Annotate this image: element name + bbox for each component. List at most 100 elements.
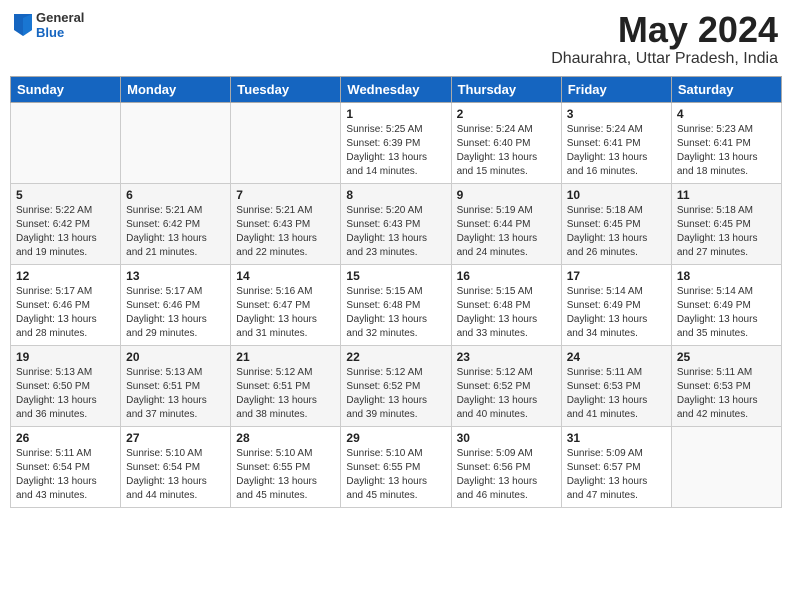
- calendar-cell: 1 Sunrise: 5:25 AM Sunset: 6:39 PM Daylig…: [341, 102, 451, 183]
- day-info: Sunrise: 5:18 AM Sunset: 6:45 PM Dayligh…: [567, 204, 666, 260]
- day-info: Sunrise: 5:11 AM Sunset: 6:54 PM Dayligh…: [16, 447, 115, 503]
- day-number: 9: [457, 188, 556, 202]
- calendar-cell: 28 Sunrise: 5:10 AM Sunset: 6:55 PM Dayli…: [231, 426, 341, 507]
- weekday-header-wednesday: Wednesday: [341, 76, 451, 102]
- calendar-cell: 23Sunrise: 5:12 AM Sunset: 6:52 PM Dayli…: [451, 345, 561, 426]
- location-title: Dhaurahra, Uttar Pradesh, India: [551, 50, 778, 68]
- calendar-cell: 29 Sunrise: 5:10 AM Sunset: 6:55 PM Dayli…: [341, 426, 451, 507]
- calendar-cell: 7 Sunrise: 5:21 AM Sunset: 6:43 PM Daylig…: [231, 183, 341, 264]
- weekday-header-monday: Monday: [121, 76, 231, 102]
- page-header: General Blue May 2024 Dhaurahra, Uttar P…: [10, 10, 782, 68]
- day-info: Sunrise: 5:16 AM Sunset: 6:47 PM Dayligh…: [236, 285, 335, 341]
- calendar-cell: 31 Sunrise: 5:09 AM Sunset: 6:57 PM Dayli…: [561, 426, 671, 507]
- calendar-cell: [671, 426, 781, 507]
- day-number: 19: [16, 350, 115, 364]
- day-number: 15: [346, 269, 445, 283]
- weekday-header-saturday: Saturday: [671, 76, 781, 102]
- day-info: Sunrise: 5:10 AM Sunset: 6:54 PM Dayligh…: [126, 447, 225, 503]
- calendar-cell: [231, 102, 341, 183]
- day-number: 6: [126, 188, 225, 202]
- calendar-cell: 26 Sunrise: 5:11 AM Sunset: 6:54 PM Dayli…: [11, 426, 121, 507]
- day-info: Sunrise: 5:13 AM Sunset: 6:50 PM Dayligh…: [16, 366, 115, 422]
- day-number: 20: [126, 350, 225, 364]
- day-number: 23: [457, 350, 556, 364]
- calendar-cell: 18Sunrise: 5:14 AM Sunset: 6:49 PM Dayli…: [671, 264, 781, 345]
- day-number: 28: [236, 431, 335, 445]
- calendar-cell: 30Sunrise: 5:09 AM Sunset: 6:56 PM Dayli…: [451, 426, 561, 507]
- day-info: Sunrise: 5:10 AM Sunset: 6:55 PM Dayligh…: [236, 447, 335, 503]
- calendar-cell: 24 Sunrise: 5:11 AM Sunset: 6:53 PM Dayli…: [561, 345, 671, 426]
- day-info: Sunrise: 5:19 AM Sunset: 6:44 PM Dayligh…: [457, 204, 556, 260]
- day-info: Sunrise: 5:17 AM Sunset: 6:46 PM Dayligh…: [126, 285, 225, 341]
- calendar-cell: 20 Sunrise: 5:13 AM Sunset: 6:51 PM Dayli…: [121, 345, 231, 426]
- weekday-header-tuesday: Tuesday: [231, 76, 341, 102]
- day-info: Sunrise: 5:10 AM Sunset: 6:55 PM Dayligh…: [346, 447, 445, 503]
- calendar-cell: 15 Sunrise: 5:15 AM Sunset: 6:48 PM Dayli…: [341, 264, 451, 345]
- month-title: May 2024: [551, 10, 778, 50]
- day-info: Sunrise: 5:13 AM Sunset: 6:51 PM Dayligh…: [126, 366, 225, 422]
- calendar-week-row: 12Sunrise: 5:17 AM Sunset: 6:46 PM Dayli…: [11, 264, 782, 345]
- day-info: Sunrise: 5:11 AM Sunset: 6:53 PM Dayligh…: [567, 366, 666, 422]
- weekday-header-row: SundayMondayTuesdayWednesdayThursdayFrid…: [11, 76, 782, 102]
- day-number: 26: [16, 431, 115, 445]
- calendar-cell: 4Sunrise: 5:23 AM Sunset: 6:41 PM Daylig…: [671, 102, 781, 183]
- day-number: 5: [16, 188, 115, 202]
- calendar-cell: 25Sunrise: 5:11 AM Sunset: 6:53 PM Dayli…: [671, 345, 781, 426]
- day-info: Sunrise: 5:14 AM Sunset: 6:49 PM Dayligh…: [567, 285, 666, 341]
- day-number: 30: [457, 431, 556, 445]
- logo-text: General Blue: [36, 10, 84, 40]
- day-info: Sunrise: 5:18 AM Sunset: 6:45 PM Dayligh…: [677, 204, 776, 260]
- calendar-cell: [121, 102, 231, 183]
- day-number: 1: [346, 107, 445, 121]
- day-number: 29: [346, 431, 445, 445]
- day-info: Sunrise: 5:17 AM Sunset: 6:46 PM Dayligh…: [16, 285, 115, 341]
- day-info: Sunrise: 5:12 AM Sunset: 6:52 PM Dayligh…: [346, 366, 445, 422]
- day-number: 4: [677, 107, 776, 121]
- day-info: Sunrise: 5:22 AM Sunset: 6:42 PM Dayligh…: [16, 204, 115, 260]
- day-number: 10: [567, 188, 666, 202]
- calendar-week-row: 26 Sunrise: 5:11 AM Sunset: 6:54 PM Dayli…: [11, 426, 782, 507]
- day-number: 22: [346, 350, 445, 364]
- day-info: Sunrise: 5:21 AM Sunset: 6:42 PM Dayligh…: [126, 204, 225, 260]
- calendar-cell: 5 Sunrise: 5:22 AM Sunset: 6:42 PM Daylig…: [11, 183, 121, 264]
- title-block: May 2024 Dhaurahra, Uttar Pradesh, India: [551, 10, 778, 68]
- day-number: 7: [236, 188, 335, 202]
- calendar-cell: 21 Sunrise: 5:12 AM Sunset: 6:51 PM Dayli…: [231, 345, 341, 426]
- calendar-cell: 17 Sunrise: 5:14 AM Sunset: 6:49 PM Dayli…: [561, 264, 671, 345]
- calendar-cell: 6 Sunrise: 5:21 AM Sunset: 6:42 PM Daylig…: [121, 183, 231, 264]
- day-number: 2: [457, 107, 556, 121]
- calendar-cell: 19 Sunrise: 5:13 AM Sunset: 6:50 PM Dayli…: [11, 345, 121, 426]
- calendar-table: SundayMondayTuesdayWednesdayThursdayFrid…: [10, 76, 782, 508]
- calendar-cell: 16Sunrise: 5:15 AM Sunset: 6:48 PM Dayli…: [451, 264, 561, 345]
- day-info: Sunrise: 5:24 AM Sunset: 6:41 PM Dayligh…: [567, 123, 666, 179]
- day-number: 24: [567, 350, 666, 364]
- day-number: 31: [567, 431, 666, 445]
- weekday-header-friday: Friday: [561, 76, 671, 102]
- day-info: Sunrise: 5:15 AM Sunset: 6:48 PM Dayligh…: [346, 285, 445, 341]
- day-number: 27: [126, 431, 225, 445]
- weekday-header-thursday: Thursday: [451, 76, 561, 102]
- day-number: 18: [677, 269, 776, 283]
- calendar-cell: 3 Sunrise: 5:24 AM Sunset: 6:41 PM Daylig…: [561, 102, 671, 183]
- day-info: Sunrise: 5:25 AM Sunset: 6:39 PM Dayligh…: [346, 123, 445, 179]
- calendar-week-row: 19 Sunrise: 5:13 AM Sunset: 6:50 PM Dayli…: [11, 345, 782, 426]
- day-info: Sunrise: 5:09 AM Sunset: 6:57 PM Dayligh…: [567, 447, 666, 503]
- calendar-cell: 9 Sunrise: 5:19 AM Sunset: 6:44 PM Daylig…: [451, 183, 561, 264]
- weekday-header-sunday: Sunday: [11, 76, 121, 102]
- day-info: Sunrise: 5:11 AM Sunset: 6:53 PM Dayligh…: [677, 366, 776, 422]
- day-number: 21: [236, 350, 335, 364]
- calendar-week-row: 5 Sunrise: 5:22 AM Sunset: 6:42 PM Daylig…: [11, 183, 782, 264]
- day-info: Sunrise: 5:20 AM Sunset: 6:43 PM Dayligh…: [346, 204, 445, 260]
- day-info: Sunrise: 5:24 AM Sunset: 6:40 PM Dayligh…: [457, 123, 556, 179]
- logo-blue: Blue: [36, 25, 84, 40]
- logo: General Blue: [14, 10, 84, 40]
- day-info: Sunrise: 5:12 AM Sunset: 6:51 PM Dayligh…: [236, 366, 335, 422]
- day-number: 8: [346, 188, 445, 202]
- calendar-week-row: 1 Sunrise: 5:25 AM Sunset: 6:39 PM Daylig…: [11, 102, 782, 183]
- day-number: 17: [567, 269, 666, 283]
- day-info: Sunrise: 5:21 AM Sunset: 6:43 PM Dayligh…: [236, 204, 335, 260]
- day-info: Sunrise: 5:15 AM Sunset: 6:48 PM Dayligh…: [457, 285, 556, 341]
- day-number: 14: [236, 269, 335, 283]
- day-number: 3: [567, 107, 666, 121]
- calendar-cell: 22 Sunrise: 5:12 AM Sunset: 6:52 PM Dayli…: [341, 345, 451, 426]
